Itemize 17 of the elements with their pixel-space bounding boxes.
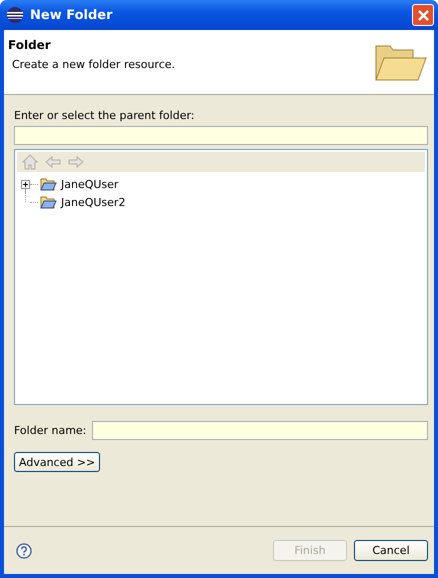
parent-folder-field[interactable] xyxy=(14,126,428,145)
expand-toggle-icon[interactable] xyxy=(21,180,30,188)
cancel-button[interactable]: Cancel xyxy=(354,540,428,561)
window-title: New Folder xyxy=(30,8,114,22)
folder-name-label: Folder name: xyxy=(14,424,86,437)
parent-folder-label: Enter or select the parent folder: xyxy=(14,109,196,122)
folder-icon xyxy=(40,178,57,190)
page-title: Folder xyxy=(8,38,52,52)
tree-item[interactable]: JaneQUser2 xyxy=(61,196,126,208)
folder-icon xyxy=(40,196,57,208)
close-button[interactable] xyxy=(412,4,434,26)
close-icon xyxy=(416,8,430,22)
folder-name-field[interactable] xyxy=(92,421,428,440)
help-icon[interactable] xyxy=(16,542,32,558)
tree-item[interactable]: JaneQUser xyxy=(61,178,118,190)
page-description: Create a new folder resource. xyxy=(11,58,176,71)
advanced-button[interactable]: Advanced >> xyxy=(14,452,100,472)
